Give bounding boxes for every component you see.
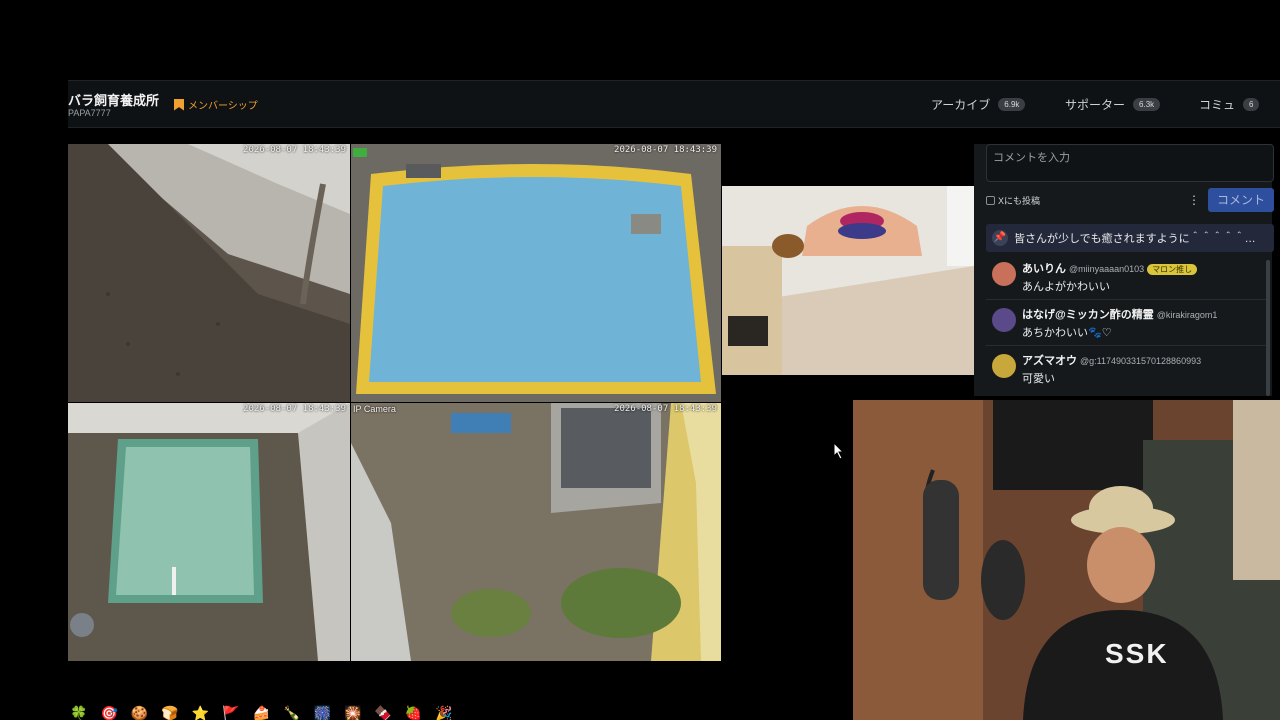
supporter-badge: マロン推し [1147,264,1198,275]
emoji-item[interactable]: 🍫 [374,706,391,720]
nav-archive-count: 6.9k [998,98,1026,111]
emoji-item[interactable]: 🍾 [283,706,300,720]
avatar[interactable] [992,308,1016,332]
emoji-item[interactable]: 🎯 [100,706,117,720]
comment-text: 可愛い [1022,373,1055,385]
nav-archive-label: アーカイブ [931,98,991,112]
camera-timestamp: 2026-08-07 18:43:39 [243,145,346,155]
emoji-item[interactable]: 🍞 [161,706,178,720]
comment-divider [986,345,1266,346]
stream-stage: バラ飼育養成所 PAPA7777 メンバーシップ アーカイブ 6.9k サポータ… [0,0,1280,720]
comment-handle: @kirakiragom1 [1156,310,1218,320]
comment-user: アズマオウ @g:117490331570128860993 [1022,352,1201,368]
emoji-item[interactable]: 🍰 [253,706,270,720]
camera-label: IP Camera [353,404,396,414]
nav-community-label: コミュ [1199,98,1236,112]
comment-divider [986,299,1266,300]
more-options-icon[interactable]: ⋮ [1188,193,1200,207]
comments-scrollbar[interactable] [1266,260,1270,396]
pinned-comment-text: 皆さんが少しでも癒されますように＾＾＾＾＾… [1014,233,1256,245]
camera-timestamp: 2026-08-07 18:43:39 [243,404,346,414]
bookmark-icon [174,98,184,111]
emoji-item[interactable]: 🍀 [70,706,87,720]
x-post-label: Xにも投稿 [998,196,1041,206]
comment-text: あちかわいい🐾♡ [1022,327,1112,339]
mouse-cursor-icon [833,442,845,460]
camera-feed-room [722,186,974,375]
emoji-item[interactable]: 🎇 [344,706,361,720]
emoji-item[interactable]: 🎆 [314,706,331,720]
pool-scene [351,144,721,402]
nav-community-count: 6 [1243,98,1260,111]
shirt-text: SSK [1105,638,1169,669]
emoji-item[interactable]: 🚩 [222,706,239,720]
emoji-strip: 🍀 🎯 🍪 🍞 ⭐ 🚩 🍰 🍾 🎆 🎇 🍫 🍓 🎉 [70,706,453,720]
camera-timestamp: 2026-08-07 18:43:39 [614,404,717,414]
comment-user: はなげ@ミッカン酢の精霊 @kirakiragom1 [1022,306,1217,322]
comment-submit-button[interactable]: コメント [1208,188,1274,212]
comment-username: はなげ@ミッカン酢の精霊 [1022,309,1154,321]
membership-button[interactable]: メンバーシップ [174,97,258,112]
comment-user: あいりん @miinyaaaan0103 マロン推し [1022,260,1198,276]
camera-feed-garden: IP Camera 2026-08-07 18:43:39 [351,403,721,661]
pin-icon: 📌 [992,230,1008,246]
webcam-scene [853,400,1280,720]
emoji-item[interactable]: 🍓 [405,706,422,720]
comment-username: あいりん [1022,263,1066,275]
nav-archive[interactable]: アーカイブ 6.9k [931,96,1026,113]
emoji-item[interactable]: 🎉 [435,706,452,720]
garden-scene [351,403,721,661]
avatar[interactable] [992,354,1016,378]
emoji-item[interactable]: ⭐ [192,706,209,720]
camera-feed-yard: 2026-08-07 18:43:39 [68,144,350,402]
comment-input[interactable]: コメントを入力 [986,144,1274,182]
room-scene [722,186,974,375]
comment-handle: @g:117490331570128860993 [1080,356,1202,366]
emoji-item[interactable]: 🍪 [131,706,148,720]
comment-username: アズマオウ [1022,355,1077,367]
checkbox-icon[interactable] [986,196,995,205]
channel-id: PAPA7777 [68,108,111,118]
channel-header: バラ飼育養成所 PAPA7777 メンバーシップ アーカイブ 6.9k サポータ… [68,80,1280,128]
comments-panel: コメントを入力 Xにも投稿 ⋮ コメント 📌 皆さんが少しでも癒されますように＾… [974,144,1274,396]
camera-feed-tub: 2026-08-07 18:43:39 [68,403,350,661]
camera-feed-pool: 2026-08-07 18:43:39 [351,144,721,402]
pinned-comment[interactable]: 📌 皆さんが少しでも癒されますように＾＾＾＾＾… [986,224,1274,252]
channel-name[interactable]: バラ飼育養成所 [68,90,159,109]
avatar[interactable] [992,262,1016,286]
comment-text: あんよがかわいい [1022,281,1110,293]
nav-supporters-label: サポーター [1065,98,1126,112]
nav-community[interactable]: コミュ 6 [1199,96,1260,113]
x-post-toggle[interactable]: Xにも投稿 [986,194,1040,207]
yard-scene [68,144,350,402]
tub-scene [68,403,350,661]
nav-supporters[interactable]: サポーター 6.3k [1065,96,1161,113]
streamer-webcam: SSK [853,400,1280,720]
camera-timestamp: 2026-08-07 18:43:39 [614,145,717,155]
membership-label: メンバーシップ [188,101,258,112]
nav-supporters-count: 6.3k [1133,98,1161,111]
comment-handle: @miinyaaaan0103 [1069,264,1145,274]
